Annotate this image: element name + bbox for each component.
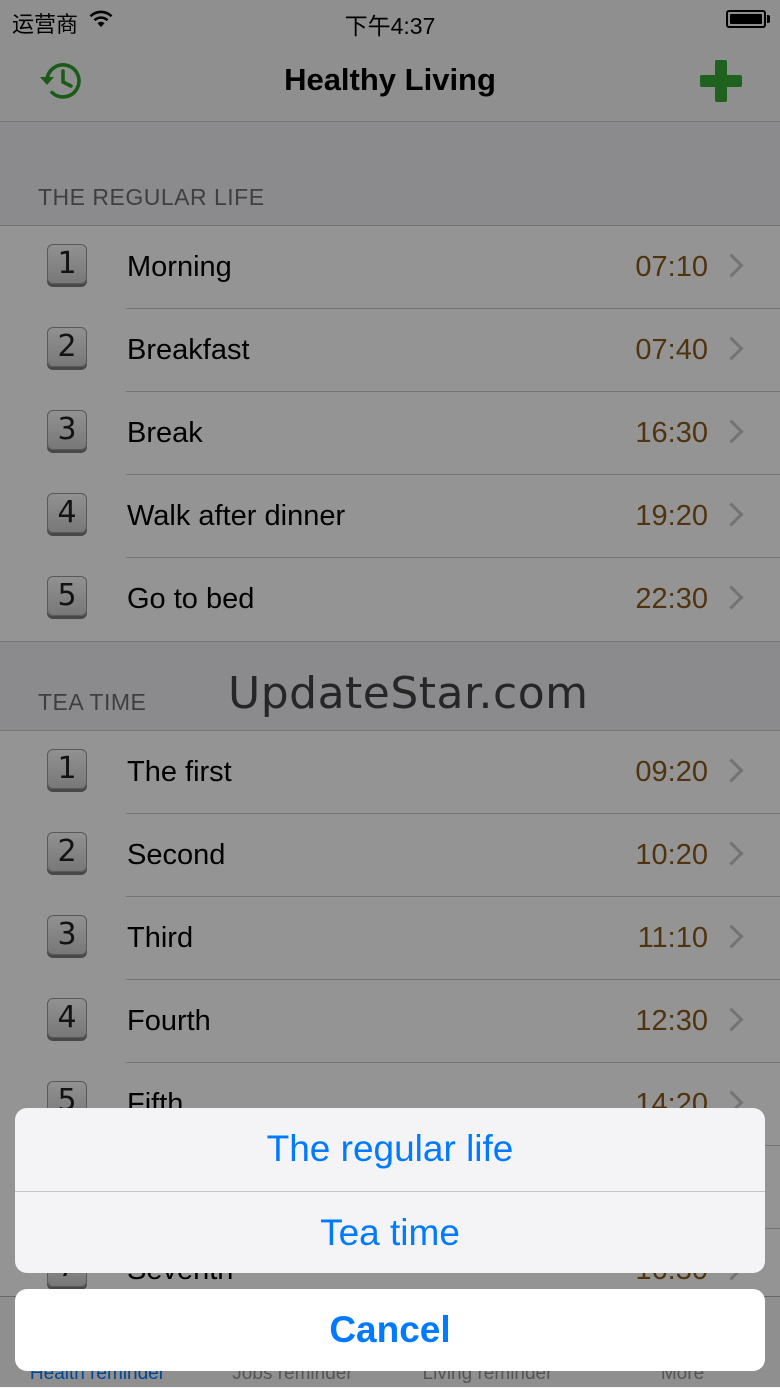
option-tea-time[interactable]: Tea time [15, 1192, 765, 1273]
cancel-button[interactable]: Cancel [15, 1289, 765, 1371]
watermark-text: UpdateStar.com [228, 668, 589, 719]
action-sheet: The regular life Tea time [15, 1108, 765, 1273]
option-regular-life[interactable]: The regular life [15, 1108, 765, 1190]
